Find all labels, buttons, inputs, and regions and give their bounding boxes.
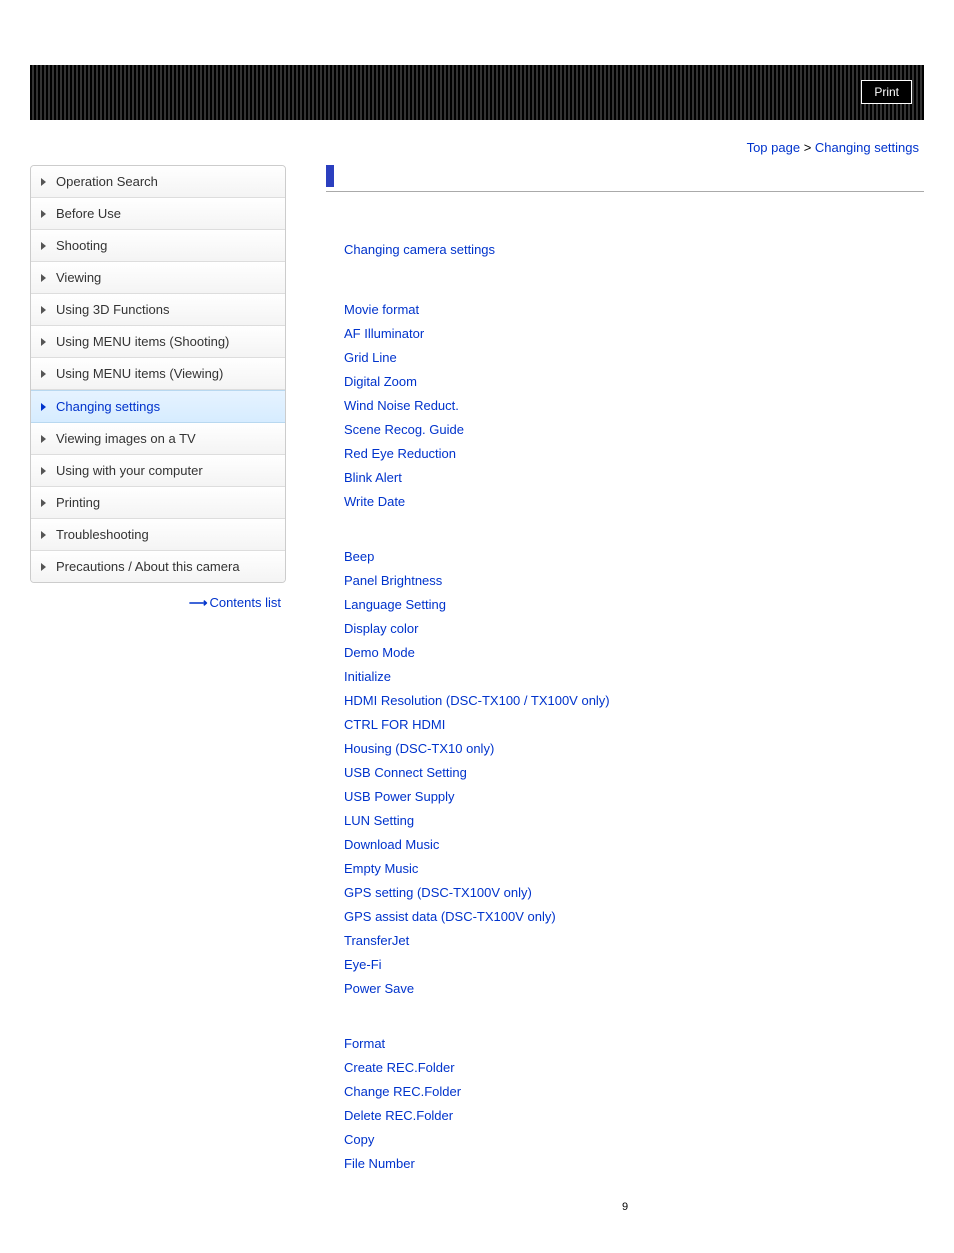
- sidebar-item-label: Shooting: [56, 238, 107, 253]
- chevron-right-icon: [41, 403, 46, 411]
- content-link[interactable]: USB Connect Setting: [344, 765, 924, 780]
- chevron-right-icon: [41, 242, 46, 250]
- content-link[interactable]: Empty Music: [344, 861, 924, 876]
- breadcrumb-top-link[interactable]: Top page: [747, 140, 801, 155]
- sidebar-item-label: Using MENU items (Shooting): [56, 334, 229, 349]
- arrow-right-icon: ⟶: [189, 595, 206, 611]
- content-link[interactable]: Format: [344, 1036, 924, 1051]
- content-link[interactable]: Create REC.Folder: [344, 1060, 924, 1075]
- print-button[interactable]: Print: [861, 80, 912, 104]
- sidebar-item[interactable]: Viewing images on a TV: [31, 423, 285, 455]
- chevron-right-icon: [41, 370, 46, 378]
- sidebar-item[interactable]: Shooting: [31, 230, 285, 262]
- main-content: Changing camera settings Movie format AF …: [286, 165, 924, 1213]
- content-link[interactable]: Blink Alert: [344, 470, 924, 485]
- content-link[interactable]: Download Music: [344, 837, 924, 852]
- content-link[interactable]: File Number: [344, 1156, 924, 1171]
- breadcrumb: Top page > Changing settings: [0, 120, 954, 165]
- sidebar-item-label: Changing settings: [56, 399, 160, 414]
- contents-list-row: ⟶Contents list: [30, 583, 286, 611]
- sidebar-item[interactable]: Using MENU items (Shooting): [31, 326, 285, 358]
- sidebar: Operation Search Before Use Shooting Viewin…: [30, 165, 286, 1213]
- chevron-right-icon: [41, 499, 46, 507]
- chevron-right-icon: [41, 531, 46, 539]
- header-stripe: Print: [30, 65, 924, 120]
- contents-list-link[interactable]: Contents list: [209, 595, 281, 610]
- content-link[interactable]: Copy: [344, 1132, 924, 1147]
- sidebar-item[interactable]: Operation Search: [31, 166, 285, 198]
- content-link[interactable]: Change REC.Folder: [344, 1084, 924, 1099]
- page-number: 9: [326, 1201, 924, 1213]
- content-link[interactable]: Digital Zoom: [344, 374, 924, 389]
- sidebar-item-label: Using with your computer: [56, 463, 203, 478]
- sidebar-item-label: Before Use: [56, 206, 121, 221]
- breadcrumb-sep: >: [804, 140, 812, 155]
- link-group-3: Format Create REC.Folder Change REC.Folder…: [344, 1036, 924, 1171]
- chevron-right-icon: [41, 467, 46, 475]
- content-link[interactable]: Eye-Fi: [344, 957, 924, 972]
- breadcrumb-current-link[interactable]: Changing settings: [815, 140, 919, 155]
- sidebar-item[interactable]: Troubleshooting: [31, 519, 285, 551]
- content-link[interactable]: Initialize: [344, 669, 924, 684]
- content-link[interactable]: Language Setting: [344, 597, 924, 612]
- page-title-row: [326, 165, 924, 192]
- sidebar-item-label: Operation Search: [56, 174, 158, 189]
- sidebar-item[interactable]: Using 3D Functions: [31, 294, 285, 326]
- sidebar-item-label: Using 3D Functions: [56, 302, 169, 317]
- content-link[interactable]: Display color: [344, 621, 924, 636]
- chevron-right-icon: [41, 210, 46, 218]
- sidebar-item-label: Viewing: [56, 270, 101, 285]
- chevron-right-icon: [41, 306, 46, 314]
- content-link[interactable]: TransferJet: [344, 933, 924, 948]
- content-link[interactable]: GPS assist data (DSC-TX100V only): [344, 909, 924, 924]
- sidebar-item-label: Precautions / About this camera: [56, 559, 240, 574]
- content-link[interactable]: Power Save: [344, 981, 924, 996]
- content-link[interactable]: Scene Recog. Guide: [344, 422, 924, 437]
- content-link[interactable]: AF Illuminator: [344, 326, 924, 341]
- chevron-right-icon: [41, 563, 46, 571]
- content-link[interactable]: Beep: [344, 549, 924, 564]
- title-marker-icon: [326, 165, 334, 187]
- chevron-right-icon: [41, 338, 46, 346]
- chevron-right-icon: [41, 435, 46, 443]
- sidebar-item[interactable]: Using MENU items (Viewing): [31, 358, 285, 390]
- content-link[interactable]: Movie format: [344, 302, 924, 317]
- content-link[interactable]: Red Eye Reduction: [344, 446, 924, 461]
- content-link[interactable]: Demo Mode: [344, 645, 924, 660]
- content-link[interactable]: Housing (DSC-TX10 only): [344, 741, 924, 756]
- sidebar-item[interactable]: Before Use: [31, 198, 285, 230]
- content-link[interactable]: HDMI Resolution (DSC-TX100 / TX100V only…: [344, 693, 924, 708]
- sidebar-item-label: Viewing images on a TV: [56, 431, 196, 446]
- link-group-2: Beep Panel Brightness Language Setting Disp…: [344, 549, 924, 996]
- content-link[interactable]: LUN Setting: [344, 813, 924, 828]
- sidebar-item[interactable]: Viewing: [31, 262, 285, 294]
- section-heading-link[interactable]: Changing camera settings: [344, 242, 924, 257]
- link-group-1: Movie format AF Illuminator Grid Line Digit…: [344, 302, 924, 509]
- sidebar-item[interactable]: Precautions / About this camera: [31, 551, 285, 582]
- content-link[interactable]: CTRL FOR HDMI: [344, 717, 924, 732]
- chevron-right-icon: [41, 274, 46, 282]
- content-link[interactable]: Grid Line: [344, 350, 924, 365]
- chevron-right-icon: [41, 178, 46, 186]
- content-link[interactable]: Panel Brightness: [344, 573, 924, 588]
- nav-list: Operation Search Before Use Shooting Viewin…: [30, 165, 286, 583]
- sidebar-item[interactable]: Printing: [31, 487, 285, 519]
- content-link[interactable]: Delete REC.Folder: [344, 1108, 924, 1123]
- sidebar-item-label: Troubleshooting: [56, 527, 149, 542]
- sidebar-item-label: Printing: [56, 495, 100, 510]
- content-link[interactable]: Wind Noise Reduct.: [344, 398, 924, 413]
- content-link[interactable]: GPS setting (DSC-TX100V only): [344, 885, 924, 900]
- content-link[interactable]: USB Power Supply: [344, 789, 924, 804]
- sidebar-item[interactable]: Using with your computer: [31, 455, 285, 487]
- sidebar-item[interactable]: Changing settings: [31, 390, 285, 423]
- sidebar-item-label: Using MENU items (Viewing): [56, 366, 223, 381]
- top-banner: [0, 0, 954, 65]
- content-link[interactable]: Write Date: [344, 494, 924, 509]
